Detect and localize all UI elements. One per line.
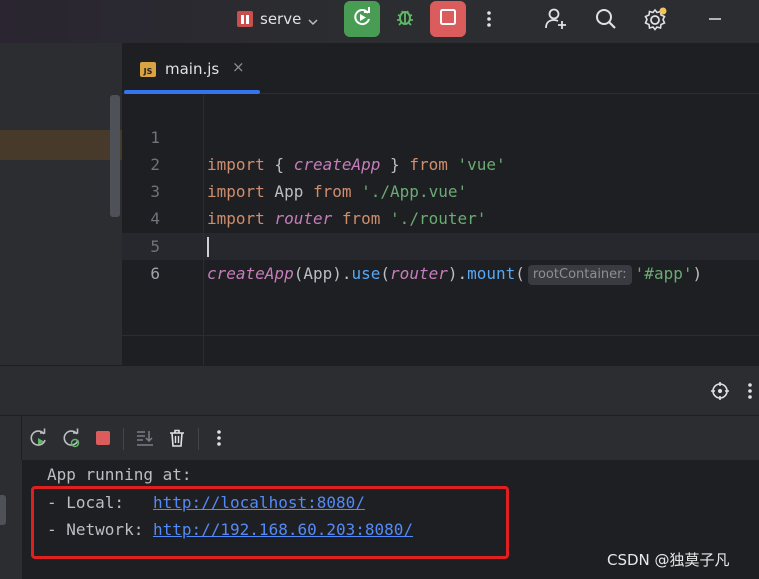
- code-line-1: 1 import { createApp } from 'vue': [122, 97, 759, 174]
- stop-icon: [438, 7, 458, 31]
- method-call: use: [351, 264, 381, 283]
- line-number: 6: [150, 264, 160, 283]
- toolbar-divider: [198, 428, 199, 450]
- rerun-button[interactable]: [344, 1, 380, 37]
- code-line-2: 2 import App from './App.vue': [122, 124, 759, 201]
- rerun-failed-icon[interactable]: [60, 427, 82, 449]
- editor-empty-area: [122, 335, 759, 366]
- debug-button[interactable]: [387, 1, 423, 37]
- chevron-down-icon: [307, 13, 319, 26]
- search-icon[interactable]: [593, 6, 619, 32]
- active-tab-indicator: [124, 90, 260, 94]
- code-line-6: 6: [122, 233, 759, 283]
- scrollbar-thumb[interactable]: [0, 495, 6, 525]
- selected-row-highlight: [0, 130, 122, 160]
- run-tool-window-header: [0, 365, 759, 415]
- close-icon[interactable]: ×: [232, 58, 245, 76]
- stop-button[interactable]: [430, 1, 466, 37]
- code-line-4: 4: [122, 178, 759, 228]
- rerun-icon: [351, 6, 373, 32]
- text-caret: [207, 237, 209, 257]
- scroll-to-end-icon[interactable]: [134, 427, 156, 449]
- code-line-5: 5 createApp(App).use(router).mount(rootC…: [122, 206, 759, 285]
- run-config-icon: [236, 10, 254, 28]
- gutter-separator: [203, 336, 204, 366]
- code-editor[interactable]: 1 import { createApp } from 'vue' 2 impo…: [122, 95, 759, 335]
- code-line-3: 3 import router from './router': [122, 151, 759, 228]
- run-config-name: serve: [260, 10, 302, 28]
- locate-icon[interactable]: [709, 380, 731, 402]
- toolbar-divider: [123, 428, 124, 450]
- settings-icon[interactable]: [642, 6, 668, 32]
- stop-icon[interactable]: [92, 427, 114, 449]
- editor-tab-bar: JS main.js ×: [122, 43, 759, 94]
- tab-label: main.js: [165, 60, 220, 78]
- debug-icon: [394, 6, 416, 32]
- rerun-icon[interactable]: [27, 427, 49, 449]
- console-line: App running at:: [47, 465, 192, 484]
- run-config-selector[interactable]: serve: [236, 6, 319, 32]
- trash-icon[interactable]: [166, 427, 188, 449]
- tab-main-js[interactable]: JS main.js ×: [122, 43, 260, 94]
- more-vertical-icon[interactable]: [208, 427, 230, 449]
- parameter-hint: rootContainer:: [527, 265, 632, 285]
- add-user-icon[interactable]: [543, 6, 569, 32]
- project-panel-edge: [0, 43, 122, 365]
- main-toolbar: serve: [0, 0, 759, 43]
- scrollbar-thumb[interactable]: [110, 95, 120, 217]
- more-vertical-icon[interactable]: [476, 6, 502, 32]
- run-side-strip: [0, 416, 22, 461]
- highlight-annotation-box: [31, 486, 509, 559]
- run-toolbar: [0, 415, 759, 461]
- more-vertical-icon[interactable]: [739, 380, 759, 402]
- minimize-icon[interactable]: [702, 6, 728, 32]
- watermark: CSDN @独莫子凡: [607, 551, 730, 569]
- js-file-icon: JS: [140, 62, 156, 77]
